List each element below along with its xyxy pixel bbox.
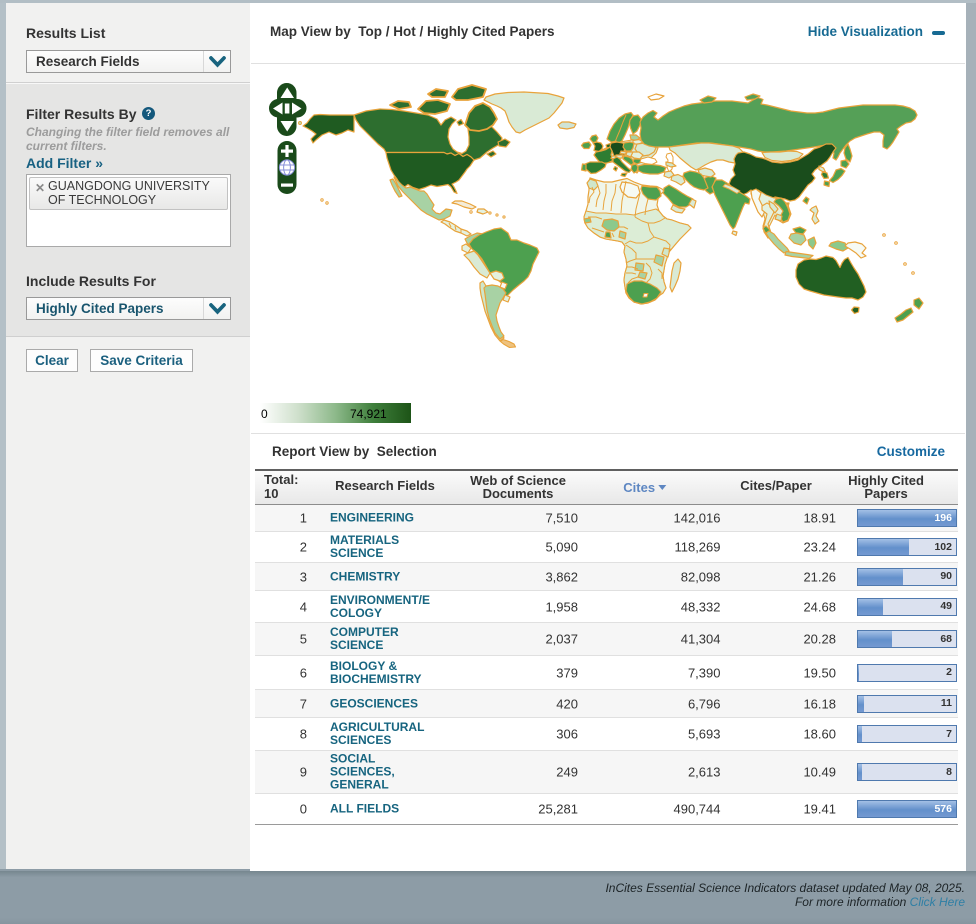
svg-text:74,921: 74,921 [350, 407, 387, 421]
svg-text:0: 0 [261, 407, 268, 421]
